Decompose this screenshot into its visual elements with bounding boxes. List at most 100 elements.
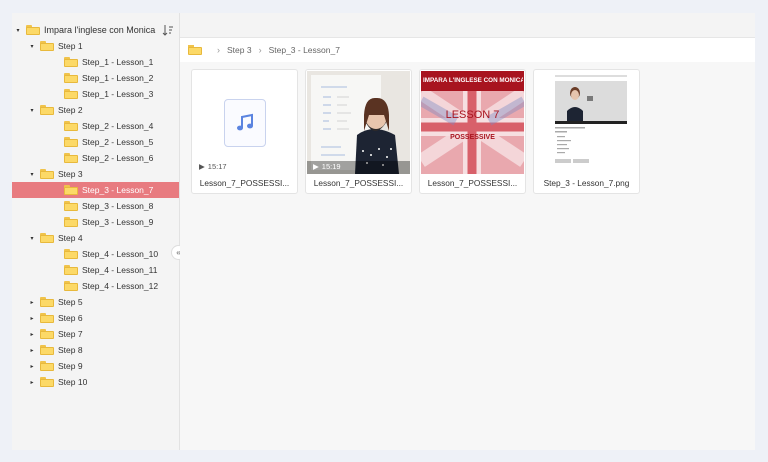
folder-icon [64,201,78,211]
tree-step-node[interactable]: ▸ Step 7 [12,326,179,342]
folder-icon [40,313,54,323]
expand-arrow-icon[interactable]: ▾ [28,235,36,242]
tree-node-label: Step_1 - Lesson_1 [82,57,154,67]
tree-lesson-node[interactable]: Step_1 - Lesson_1 [12,54,179,70]
folder-icon [64,57,78,67]
collapsed-arrow-icon[interactable]: ▸ [28,347,36,354]
duration-label: ▶ 15:17 [199,162,227,171]
tree-node-label: Step 4 [58,233,83,243]
tree-step-node[interactable]: ▸ Step 6 [12,310,179,326]
folder-icon [64,121,78,131]
tree-node-label: Step_4 - Lesson_11 [82,265,158,275]
tree-node-label: Step 1 [58,41,83,51]
tree-lesson-node[interactable]: Step_4 - Lesson_12 [12,278,179,294]
expand-arrow-icon[interactable]: ▾ [28,107,36,114]
tree-node-label: Step_2 - Lesson_5 [82,137,154,147]
folder-icon [40,297,54,307]
tree-lesson-node[interactable]: Step_1 - Lesson_2 [12,70,179,86]
tree-node-label: Step_1 - Lesson_3 [82,89,154,99]
file-name: Lesson_7_POSSESSI... [199,178,290,188]
expand-arrow-icon[interactable]: ▾ [14,27,22,34]
tree-node-label: Step 10 [58,377,88,387]
image-thumbnail: IMPARA L'INGLESE CON MONICA LESSON 7 POS… [421,71,524,174]
banner-text: IMPARA L'INGLESE CON MONICA [423,77,523,84]
tree-step-node[interactable]: ▾ Step 1 [12,38,179,54]
tree-lesson-node[interactable]: Step_3 - Lesson_8 [12,198,179,214]
file-card-image[interactable]: IMPARA L'INGLESE CON MONICA LESSON 7 POS… [419,69,526,194]
play-icon: ▶ [313,162,319,171]
video-thumbnail: ▶ 15:19 [307,71,410,174]
file-grid: ▶ 15:17 Lesson_7_POSSESSI... ▶ 15:19 Les… [180,62,755,450]
folder-icon [26,25,40,35]
folder-icon [64,281,78,291]
tree-lesson-node[interactable]: Step_2 - Lesson_6 [12,150,179,166]
collapsed-arrow-icon[interactable]: ▸ [28,315,36,322]
lesson-title: LESSON 7 [445,109,500,121]
tree-lesson-node[interactable]: Step_3 - Lesson_7 [12,182,179,198]
folder-icon [40,169,54,179]
breadcrumb-item-step[interactable]: Step 3 [227,45,252,55]
tree-node-label: Step 3 [58,169,83,179]
collapsed-arrow-icon[interactable]: ▸ [28,363,36,370]
music-note-icon [224,99,266,147]
top-toolbar [180,13,755,38]
tree-step-node[interactable]: ▸ Step 10 [12,374,179,390]
audio-thumbnail: ▶ 15:17 [193,71,296,174]
breadcrumb-item-lesson: Step_3 - Lesson_7 [268,45,340,55]
tree-lesson-node[interactable]: Step_3 - Lesson_9 [12,214,179,230]
tree-root[interactable]: ▾ Impara l'inglese con Monica [12,22,180,38]
folder-icon [64,265,78,275]
tree-step-node[interactable]: ▾ Step 2 [12,102,179,118]
folder-icon [64,249,78,259]
tree-node-label: Step 2 [58,105,83,115]
tree-node-label: Step_3 - Lesson_7 [82,185,154,195]
expand-arrow-icon[interactable]: ▾ [28,171,36,178]
folder-icon [40,345,54,355]
expand-arrow-icon[interactable]: ▾ [28,43,36,50]
home-folder-icon[interactable] [188,45,202,55]
tree-node-label: Step_4 - Lesson_10 [82,249,159,259]
file-card-audio[interactable]: ▶ 15:17 Lesson_7_POSSESSI... [191,69,298,194]
file-name: Step_3 - Lesson_7.png [543,178,630,188]
tree-node-label: Step 9 [58,361,83,371]
folder-icon [40,233,54,243]
chevron-right-icon: › [217,45,220,55]
sort-icon[interactable] [162,24,174,36]
tree-node-label: Step_3 - Lesson_9 [82,217,154,227]
chevron-right-icon: › [258,45,262,55]
png-thumbnail [535,71,638,174]
tree-lesson-node[interactable]: Step_1 - Lesson_3 [12,86,179,102]
folder-icon [40,105,54,115]
tree-node-label: Step_4 - Lesson_12 [82,281,159,291]
folder-icon [64,89,78,99]
tree-step-node[interactable]: ▸ Step 5 [12,294,179,310]
collapsed-arrow-icon[interactable]: ▸ [28,331,36,338]
file-name: Lesson_7_POSSESSI... [427,178,518,188]
tree-lesson-node[interactable]: Step_4 - Lesson_11 [12,262,179,278]
tree-lesson-node[interactable]: Step_2 - Lesson_5 [12,134,179,150]
tree-node-label: Step 6 [58,313,83,323]
app-window: ▾ Impara l'inglese con Monica ▾ Step 1 Ste… [12,13,755,450]
tree-node-label: Step 8 [58,345,83,355]
file-card-video[interactable]: ▶ 15:19 Lesson_7_POSSESSI... [305,69,412,194]
folder-icon [64,217,78,227]
collapsed-arrow-icon[interactable]: ▸ [28,299,36,306]
tree-lesson-node[interactable]: Step_4 - Lesson_10 [12,246,179,262]
collapsed-arrow-icon[interactable]: ▸ [28,379,36,386]
tree-step-node[interactable]: ▾ Step 3 [12,166,179,182]
folder-icon [64,153,78,163]
file-card-png[interactable]: Step_3 - Lesson_7.png [533,69,640,194]
tree-lesson-node[interactable]: Step_2 - Lesson_4 [12,118,179,134]
file-name: Lesson_7_POSSESSI... [313,178,404,188]
tree-step-node[interactable]: ▸ Step 9 [12,358,179,374]
folder-icon [40,41,54,51]
tree-step-node[interactable]: ▾ Step 4 [12,230,179,246]
tree-node-label: Step_2 - Lesson_6 [82,153,154,163]
tree-node-label: Step_1 - Lesson_2 [82,73,154,83]
sidebar-tree: ▾ Impara l'inglese con Monica ▾ Step 1 Ste… [12,13,186,450]
duration-label: ▶ 15:19 [313,162,341,171]
folder-icon [40,329,54,339]
tree-step-node[interactable]: ▸ Step 8 [12,342,179,358]
breadcrumb: › Step 3 › Step_3 - Lesson_7 [188,42,340,58]
tree-node-label: Step 7 [58,329,83,339]
